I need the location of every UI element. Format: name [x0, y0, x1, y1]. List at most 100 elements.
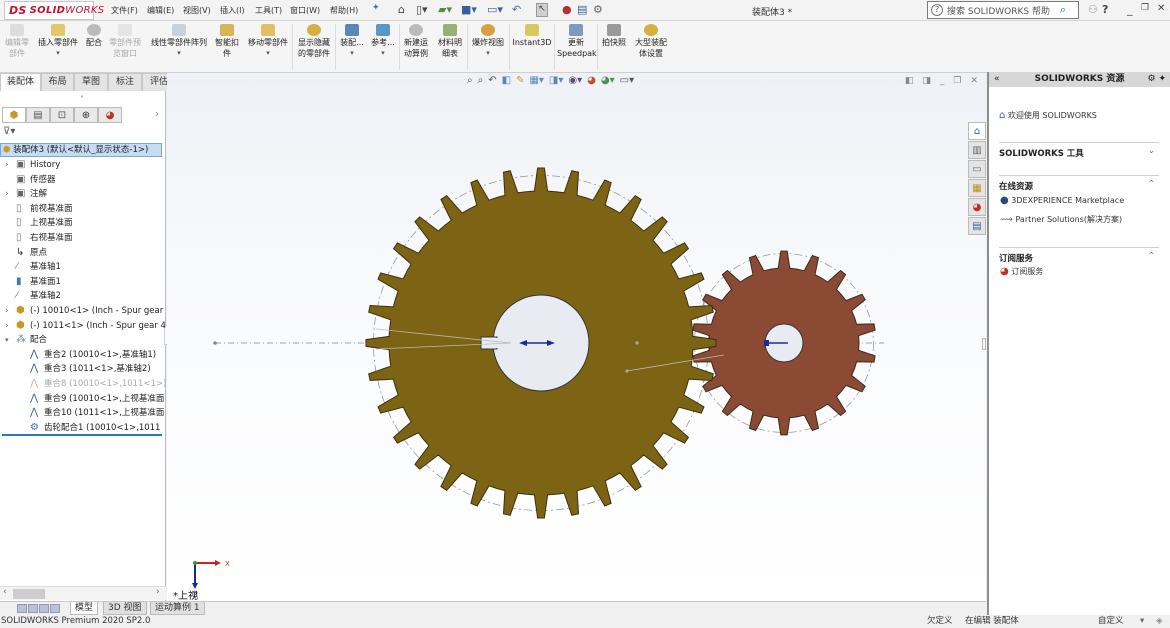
collapse-pane-icon[interactable]: « — [994, 72, 1000, 87]
traffic-light-icon[interactable]: ● — [562, 3, 572, 16]
dropdown-arrow-icon[interactable]: ▾ — [245, 48, 291, 59]
tree-item[interactable]: ▯ 右视基准面 — [0, 231, 166, 245]
tree-item[interactable]: ▮ 基准面1 — [0, 275, 166, 289]
more-tabs-chevron-icon[interactable]: › — [155, 109, 159, 120]
insert-component-button[interactable]: 插入零部件 ▾ — [35, 24, 81, 59]
tab-model[interactable]: 模型 — [70, 602, 99, 615]
exploded-view-button[interactable]: 爆炸视图 ▾ — [469, 24, 507, 59]
scroll-left-icon[interactable]: ‹ — [3, 587, 7, 597]
section-subscription-services[interactable]: 订阅服务 ⌃ — [999, 247, 1159, 264]
tree-item[interactable]: ⋀ 重合8 (10010<1>,1011<1>) — [0, 377, 166, 391]
tree-item[interactable]: › ⬢ (-) 1011<1> (Inch - Spur gear 4 — [0, 319, 166, 333]
tag-icon[interactable]: ◈ — [1156, 615, 1163, 628]
open-file-icon[interactable]: ▰▾ — [438, 3, 452, 16]
close-button[interactable]: ✕ — [1157, 3, 1165, 14]
home-icon[interactable]: ⌂ — [398, 3, 405, 16]
help-icon[interactable]: ? — [1102, 3, 1108, 16]
first-tab-icon[interactable] — [17, 604, 27, 613]
print-icon[interactable]: ▭▾ — [487, 3, 503, 16]
smart-fasteners-button[interactable]: 智能扣 件 — [213, 24, 241, 59]
options-gear-icon[interactable]: ⚙ — [593, 3, 603, 16]
file-properties-icon[interactable]: ▤ — [577, 3, 587, 16]
expand-arrow-icon[interactable]: › — [5, 319, 9, 333]
component-preview-window-button[interactable]: 零部件预 览窗口 — [106, 24, 144, 59]
pin-menu-icon[interactable]: ✦ — [372, 3, 380, 13]
property-manager-tab-icon[interactable]: ▤ — [26, 107, 50, 123]
user-account-icon[interactable]: ⚇ — [1088, 3, 1098, 16]
menu-view[interactable]: 视图(V) — [183, 5, 211, 16]
tree-item[interactable]: ⋀ 重合3 (1011<1>,基准轴2) — [0, 362, 166, 376]
menu-help[interactable]: 帮助(H) — [330, 5, 358, 16]
solidworks-resources-tab-icon[interactable]: ⌂ — [968, 122, 986, 140]
tree-item[interactable]: ▯ 前视基准面 — [0, 202, 166, 216]
tree-item[interactable]: ↳ 原点 — [0, 246, 166, 260]
tree-item[interactable]: ⁄ 基准轴1 — [0, 260, 166, 274]
3dexperience-marketplace-link[interactable]: ● 3DEXPERIENCE Marketplace — [1000, 195, 1124, 206]
chevron-down-icon[interactable]: ⌄ — [1148, 146, 1155, 156]
menu-edit[interactable]: 编辑(E) — [147, 5, 174, 16]
linear-pattern-button[interactable]: 线性零部件阵列 ▾ — [148, 24, 210, 59]
gear-assembly-view[interactable]: XZ — [167, 73, 986, 601]
reference-geometry-button[interactable]: 参考... ▾ — [370, 24, 396, 59]
tree-item[interactable]: › ⬢ (-) 10010<1> (Inch - Spur gear — [0, 304, 166, 318]
panel-grip[interactable]: • — [80, 93, 84, 101]
update-speedpak-button[interactable]: 更新 Speedpak — [557, 24, 597, 59]
tab-sketch[interactable]: 草图 — [74, 73, 108, 91]
section-online-resources[interactable]: 在线资源 ⌃ — [999, 175, 1159, 192]
dropdown-arrow-icon[interactable]: ▾ — [469, 48, 507, 59]
subscription-services-link[interactable]: ◕ 订阅服务 — [1000, 266, 1043, 277]
menu-window[interactable]: 窗口(W) — [290, 5, 320, 16]
chevron-up-icon[interactable]: ⌃ — [1148, 179, 1155, 189]
tree-item[interactable]: ⚙ 齿轮配合1 (10010<1>,1011 — [0, 421, 166, 435]
dropdown-arrow-icon[interactable]: ▾ — [370, 48, 396, 59]
search-icon[interactable]: ⌕ — [1060, 3, 1066, 17]
show-hidden-components-button[interactable]: 显示隐藏 的零部件 — [295, 24, 333, 59]
expand-arrow-icon[interactable]: › — [5, 158, 9, 172]
tree-item[interactable]: ▯ 上视基准面 — [0, 216, 166, 230]
expand-arrow-icon[interactable]: › — [5, 187, 9, 201]
dropdown-arrow-icon[interactable]: ▾ — [35, 48, 81, 59]
tree-item[interactable]: ⋀ 重合10 (1011<1>,上视基准面 — [0, 406, 166, 420]
chevron-up-icon[interactable]: ⌃ — [1148, 251, 1155, 261]
last-tab-icon[interactable] — [50, 604, 60, 613]
tree-item[interactable]: › ▣ 注解 — [0, 187, 166, 201]
tree-item[interactable]: ⁄ 基准轴2 — [0, 289, 166, 303]
dropdown-arrow-icon[interactable]: ▾ — [339, 48, 365, 59]
pane-options-icon[interactable]: ⚙ ✦ — [1148, 72, 1166, 87]
edit-component-button[interactable]: 编辑零 部件 — [3, 24, 31, 59]
partner-solutions-link[interactable]: ⟿ Partner Solutions(解决方案) — [1000, 214, 1122, 225]
tree-item[interactable]: ▣ 传感器 — [0, 173, 166, 187]
large-assembly-settings-button[interactable]: 大型装配 体设置 — [632, 24, 670, 59]
display-manager-tab-icon[interactable]: ◕ — [98, 107, 122, 123]
mate-button[interactable]: 配合 — [84, 24, 104, 48]
move-component-button[interactable]: 移动零部件 ▾ — [245, 24, 291, 59]
section-solidworks-tools[interactable]: SOLIDWORKS 工具 ⌄ — [999, 142, 1159, 159]
design-library-tab-icon[interactable]: ▥ — [968, 141, 986, 159]
minimize-button[interactable]: _ — [1127, 3, 1133, 16]
filter-icon[interactable]: ⊽▾ — [3, 126, 15, 137]
next-tab-icon[interactable] — [39, 604, 49, 613]
custom-properties-tab-icon[interactable]: ▤ — [968, 217, 986, 235]
undo-icon[interactable]: ↶ — [512, 3, 521, 16]
instant3d-button[interactable]: Instant3D — [512, 24, 552, 48]
menu-tools[interactable]: 工具(T) — [255, 5, 282, 16]
prev-tab-icon[interactable] — [28, 604, 38, 613]
tab-3d-views[interactable]: 3D 视图 — [103, 602, 147, 615]
appearances-tab-icon[interactable]: ◕ — [968, 198, 986, 216]
menu-insert[interactable]: 插入(I) — [220, 5, 245, 16]
horizontal-scrollbar[interactable]: ‹ › — [0, 586, 166, 600]
tree-item[interactable]: ⋀ 重合2 (10010<1>,基准轴1) — [0, 348, 166, 362]
tree-item[interactable]: ▾ ⁂ 配合 — [0, 333, 166, 347]
tab-motion-study-1[interactable]: 运动算例 1 — [150, 602, 205, 615]
expand-arrow-icon[interactable]: › — [5, 304, 9, 318]
file-explorer-tab-icon[interactable]: ▭ — [968, 160, 986, 178]
view-palette-tab-icon[interactable]: ▦ — [968, 179, 986, 197]
tab-layout[interactable]: 布局 — [41, 73, 74, 91]
tree-item[interactable]: › ▣ History — [0, 158, 166, 172]
solidworks-logo[interactable]: DS SOLID WORKS — [4, 1, 104, 20]
save-icon[interactable]: ■▾ — [461, 3, 477, 16]
assembly-root-node[interactable]: ⬢ 装配体3 (默认<默认_显示状态-1>) — [0, 143, 162, 157]
take-snapshot-button[interactable]: 拍快照 — [600, 24, 628, 48]
menu-file[interactable]: 文件(F) — [111, 5, 138, 16]
assembly-features-button[interactable]: 装配... ▾ — [339, 24, 365, 59]
